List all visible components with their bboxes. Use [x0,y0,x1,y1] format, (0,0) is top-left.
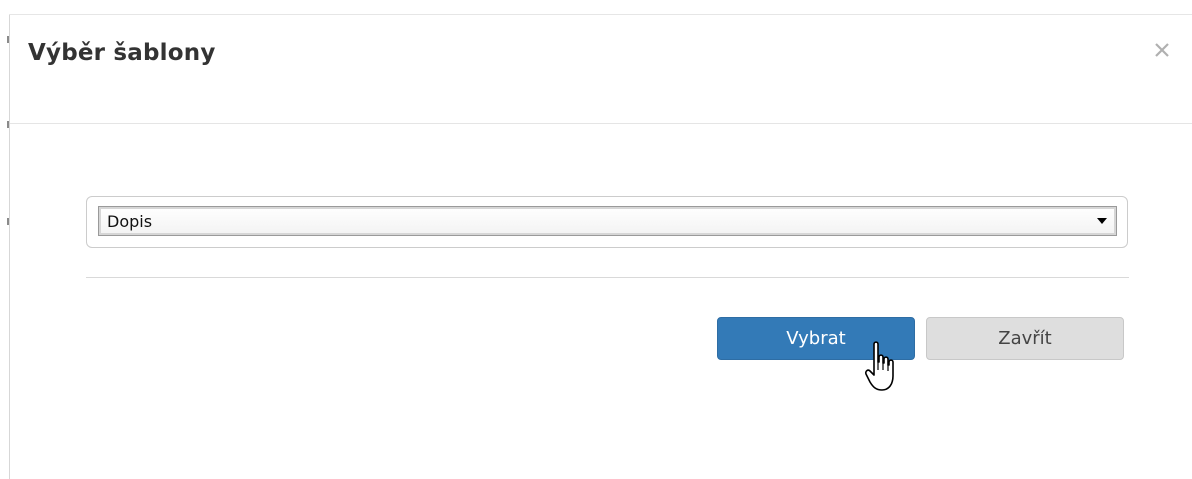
template-select[interactable]: Dopis [98,206,1117,236]
form-divider [86,277,1129,278]
select-button[interactable]: Vybrat [717,317,915,360]
close-button[interactable] [1148,36,1176,64]
chevron-down-icon [1097,218,1107,224]
template-select-wrapper: Dopis [86,196,1128,248]
close-icon [1155,43,1169,57]
template-select-value: Dopis [107,212,153,231]
modal-page: Výběr šablony Dopis Vybrat Zavřít [0,0,1192,479]
dialog-title: Výběr šablony [28,40,216,66]
close-dialog-button[interactable]: Zavřít [926,317,1124,360]
dialog-header [10,15,1192,124]
